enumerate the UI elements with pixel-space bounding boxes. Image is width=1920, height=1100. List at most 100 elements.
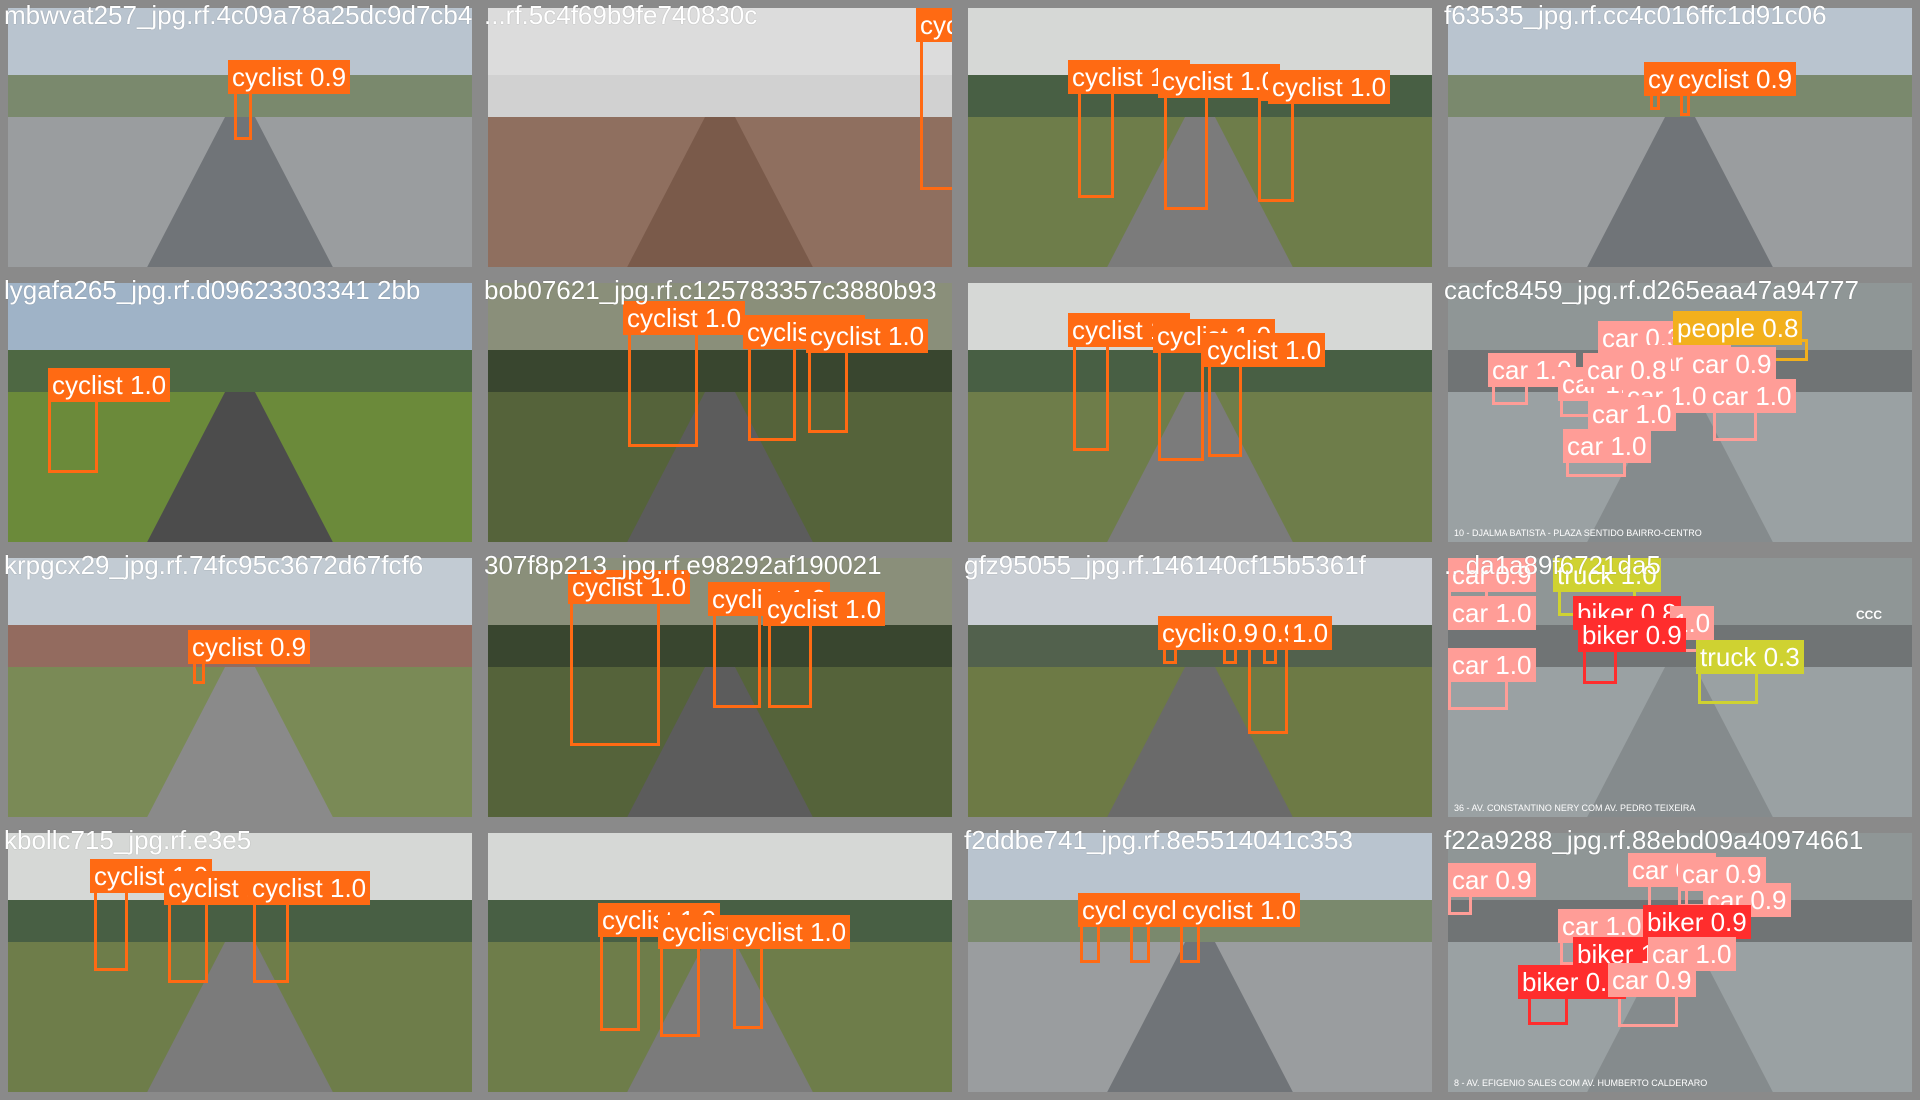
detection-label: cyclist 0.9 (1674, 62, 1797, 96)
detection-box (94, 885, 128, 971)
detection-label: cyclist 1.0 (48, 368, 171, 402)
scene-photo: cyclist 0.9 (8, 558, 472, 817)
detection-label: car 0.9 (1688, 347, 1776, 381)
detection-box (253, 897, 289, 983)
tile-filename: gfz95055_jpg.rf.146140cf15b5361f (964, 550, 1366, 580)
detection-box (1158, 343, 1204, 461)
detection-label: car 0.9 (1448, 863, 1536, 897)
detection-label: cyclist 1.0 (763, 592, 886, 626)
detection-label: car 0.9 (1608, 963, 1696, 997)
detection-box (628, 327, 698, 447)
detection-box (748, 341, 796, 441)
detection-box (1130, 923, 1150, 963)
mosaic-tile: cyclist 0.9 mbwvat257_jpg.rf.4c09a78a25dc… (0, 0, 480, 275)
detection-label: people 0.8 (1673, 311, 1803, 345)
detection-box (713, 610, 761, 708)
detection-box (1078, 88, 1114, 198)
scene-photo: car 0.9 car 0.9 car 0.9 car 0.9 car 1.0 biker… (1448, 833, 1912, 1092)
scene-photo: car 0.9 truck 1.0 car 1.0 biker 0.8 1.0 biker… (1448, 558, 1912, 817)
scene-photo: cyclist 1.0cyclist 1.0cyclist 1.0 (488, 833, 952, 1092)
scene-photo: cyclist 1.0cyclist 1.0cyclist 1.0 (488, 283, 952, 542)
detection-box (733, 941, 763, 1029)
detection-label: cyclist 1.0 (1268, 70, 1391, 104)
mosaic-tile: cyclist 1.0cyclist 1.0cyclist 1.0 (960, 275, 1440, 550)
tile-filename: lygafa265_jpg.rf.d09623303341 2bb (4, 275, 421, 305)
detection-box (1258, 98, 1294, 202)
detection-box (600, 929, 640, 1031)
mosaic-tile: cyclist 0.9cyclist 0.9f63535_jpg.rf.cc4c… (1440, 0, 1920, 275)
detection-box (1164, 92, 1208, 210)
detection-box (1073, 339, 1109, 451)
mosaic-tile: cyclist 1.0cyclist 1.0cyclist 1.0 (480, 825, 960, 1100)
mosaic-tile: cyclist 0.9 krpgcx29_jpg.rf.74fc95c3672d6… (0, 550, 480, 825)
mosaic-tile: cyclist 1.0 lygafa265_jpg.rf.d09623303341… (0, 275, 480, 550)
detection-box (570, 598, 660, 746)
detection-label: truck 0.3 (1696, 640, 1804, 674)
tile-filename: 307f8p213_jpg.rf.e98292af190021 (484, 550, 882, 580)
detection-label: cyclist 1.0 (728, 915, 851, 949)
scene-photo: cyclist 0.9cyclist 0.9 (1448, 8, 1912, 267)
detection-box (1080, 923, 1100, 963)
detection-label: cyclist 0.9 (228, 60, 351, 94)
tile-filename: mbwvat257_jpg.rf.4c09a78a25dc9d7cb4 (4, 0, 473, 30)
detection-label: car 1.0 (1448, 596, 1536, 630)
mosaic-tile: cyclist 1.0 cyclist 1.0 cyclist 1.0 kbollc7… (0, 825, 480, 1100)
mosaic-tile: cyclist 1.0 ...rf.5c4f69b9fe740830c (480, 0, 960, 275)
scene-photo: car 0.3 people 0.8 car 0.8 car 0.9 car 1.0 ca… (1448, 283, 1912, 542)
detection-label: cyclist 1.0 (1158, 64, 1281, 98)
mosaic-tile: cyclist 1.0 cyclist 1.0 cyclist 1.0 bob0762… (480, 275, 960, 550)
detection-box (1248, 644, 1288, 734)
tile-filename: ...da1a89f6721da5 (1444, 550, 1661, 580)
mosaic-tile: cyclist 1.0cyclist 1.0cyclist 1.0 (960, 0, 1440, 275)
detection-label: car 1.0 (1708, 379, 1796, 413)
detection-box (768, 616, 812, 708)
tile-filename: krpgcx29_jpg.rf.74fc95c3672d67fcf6 (4, 550, 424, 580)
scene-photo: cyclist 1.0cyclist 1.0cyclist 1.0 (488, 558, 952, 817)
scene-photo: cyclist 0.9 (8, 8, 472, 267)
detection-label: 0.9 (1218, 616, 1263, 650)
scene-photo: cyclist 1.0 (8, 283, 472, 542)
detection-label: car 1.0 (1448, 648, 1536, 682)
mosaic-tile: cyclist 0.90.90.91.0gfz95055_jpg.rf.1461… (960, 550, 1440, 825)
detection-label: cyclist 1.0 (248, 871, 371, 905)
detection-label: cyclist 0.9 (188, 630, 311, 664)
camera-caption: 36 - AV. CONSTANTINO NERY COM AV. PEDRO … (1454, 803, 1696, 813)
tile-filename: f22a9288_jpg.rf.88ebd09a40974661 (1444, 825, 1864, 855)
detection-box (234, 88, 252, 140)
tile-filename: f2ddbe741_jpg.rf.8e5514041c353 (964, 825, 1353, 855)
detection-label: cyclist 1.0 (623, 301, 746, 335)
mosaic-tile: cyclist 1.0cyclist 1.0cyclist 1.0f2ddbe7… (960, 825, 1440, 1100)
scene-photo: cyclist 1.0 (488, 8, 952, 267)
detection-label: 1.0 (1288, 616, 1333, 650)
detection-label: cyclist 1.0 (916, 8, 952, 42)
detection-mosaic: cyclist 0.9 mbwvat257_jpg.rf.4c09a78a25dc… (0, 0, 1920, 1100)
mosaic-tile: car 0.9 truck 1.0 car 1.0 biker 0.8 1.0 biker… (1440, 550, 1920, 825)
tile-filename: bob07621_jpg.rf.c125783357c3880b93 (484, 275, 937, 305)
detection-label: biker 0.9 (1578, 618, 1686, 652)
detection-label: cyclist 1.0 (806, 319, 929, 353)
detection-box (168, 897, 208, 983)
detection-box (1180, 923, 1200, 963)
scene-photo: cyclist 0.90.90.91.0 (968, 558, 1432, 817)
detection-box (808, 343, 848, 433)
detection-label: car 1.0 (1588, 397, 1676, 431)
scene-photo: cyclist 1.0cyclist 1.0cyclist 1.0 (8, 833, 472, 1092)
tile-filename: f63535_jpg.rf.cc4c016ffc1d91c06 (1444, 0, 1827, 30)
tile-filename: kbollc715_jpg.rf.e3e5 (4, 825, 252, 855)
mosaic-tile: car 0.9 car 0.9 car 0.9 car 0.9 car 1.0 biker… (1440, 825, 1920, 1100)
camera-caption: 8 - AV. EFIGENIO SALES COM AV. HUMBERTO … (1454, 1078, 1708, 1088)
detection-box (1208, 359, 1242, 457)
scene-photo: cyclist 1.0cyclist 1.0cyclist 1.0 (968, 283, 1432, 542)
mosaic-tile: car 0.3 people 0.8 car 0.8 car 0.9 car 1.0 ca… (1440, 275, 1920, 550)
detection-label: cyclist 1.0 (1203, 333, 1326, 367)
camera-caption: 10 - DJALMA BATISTA - PLAZA SENTIDO BAIR… (1454, 528, 1702, 538)
detection-box (660, 941, 700, 1037)
detection-label: car 1.0 (1563, 429, 1651, 463)
detection-box (48, 397, 98, 473)
scene-photo: cyclist 1.0cyclist 1.0cyclist 1.0 (968, 833, 1432, 1092)
tile-filename: cacfc8459_jpg.rf.d265eaa47a94777 (1444, 275, 1859, 305)
camera-logo: CCC (1856, 608, 1882, 622)
scene-photo: cyclist 1.0cyclist 1.0cyclist 1.0 (968, 8, 1432, 267)
tile-filename: ...rf.5c4f69b9fe740830c (484, 0, 758, 30)
detection-label: biker 0.9 (1643, 905, 1751, 939)
